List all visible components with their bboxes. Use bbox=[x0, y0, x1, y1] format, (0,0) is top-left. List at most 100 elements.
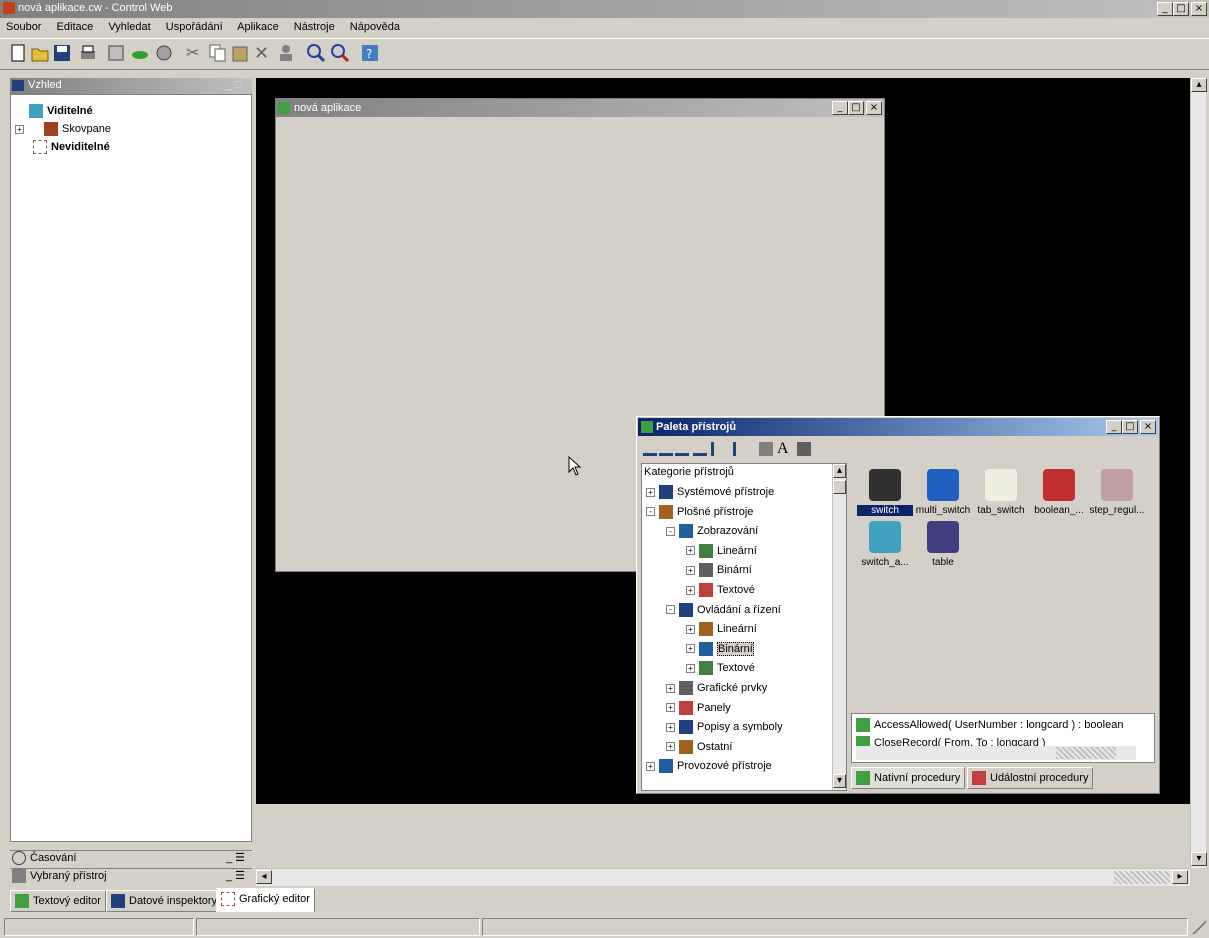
scroll-right-icon[interactable]: ▸ bbox=[1172, 870, 1188, 884]
menu-tools[interactable]: Nástroje bbox=[294, 21, 335, 33]
delete-icon[interactable]: ✕ bbox=[254, 43, 274, 63]
palette-tree-item[interactable]: - Plošné přístroje bbox=[646, 504, 753, 520]
collapse-icon[interactable]: - bbox=[646, 507, 655, 517]
palette-tree-item[interactable]: - Ovládání a řízení bbox=[666, 602, 781, 618]
globe-icon[interactable] bbox=[154, 43, 174, 63]
new-file-icon[interactable] bbox=[8, 43, 28, 63]
app-window-close-button[interactable]: × bbox=[866, 101, 882, 115]
palette-window[interactable]: Paleta přístrojů _ □ × A Kategorie příst… bbox=[636, 416, 1160, 794]
procedures-hscroll-thumb[interactable] bbox=[1056, 747, 1116, 759]
tree-item-invisible[interactable]: Neviditelné bbox=[33, 139, 110, 155]
palette-tree-item[interactable]: + Textové bbox=[686, 660, 755, 676]
sort-alt-icon[interactable] bbox=[733, 442, 747, 456]
font-icon[interactable]: A bbox=[777, 440, 789, 458]
copy-icon[interactable] bbox=[208, 43, 228, 63]
print-icon[interactable] bbox=[78, 43, 98, 63]
expand-icon[interactable]: + bbox=[686, 663, 695, 673]
tab-text-editor[interactable]: Textový editor bbox=[10, 890, 106, 912]
sort-icon[interactable] bbox=[711, 442, 725, 456]
palette-close-button[interactable]: × bbox=[1140, 420, 1156, 434]
horizontal-scroll-thumb[interactable] bbox=[1114, 871, 1170, 884]
align-center-icon[interactable] bbox=[659, 442, 673, 456]
palette-tree-item[interactable]: + Textové bbox=[686, 582, 755, 598]
gallery-item[interactable]: tab_switch bbox=[973, 469, 1029, 533]
gallery-item[interactable]: step_regul... bbox=[1089, 469, 1145, 533]
palette-tree-item[interactable]: + Binární bbox=[686, 641, 754, 657]
bottom-item-selected-device[interactable]: Vybraný přístroj _ ☰ bbox=[10, 868, 252, 884]
menu-search[interactable]: Vyhledat bbox=[108, 21, 150, 33]
palette-tree-item[interactable]: + Lineární bbox=[686, 621, 757, 637]
gallery-item[interactable]: table bbox=[915, 521, 971, 585]
properties-icon[interactable] bbox=[106, 43, 126, 63]
expand-icon[interactable]: + bbox=[686, 565, 695, 575]
expand-icon[interactable]: + bbox=[686, 585, 695, 595]
palette-tree-item[interactable]: + Lineární bbox=[686, 543, 757, 559]
collapse-icon[interactable]: - bbox=[666, 526, 675, 536]
palette-tree-item[interactable]: + Popisy a symboly bbox=[666, 719, 783, 735]
expand-icon[interactable]: + bbox=[646, 761, 655, 771]
app-window-titlebar[interactable]: nová aplikace _ □ × bbox=[276, 99, 884, 117]
save-icon[interactable] bbox=[52, 43, 72, 63]
align-left-icon[interactable] bbox=[643, 442, 657, 456]
app-titlebar[interactable]: nová aplikace.cw - Control Web _ □ × bbox=[0, 0, 1209, 18]
resize-grip-icon[interactable] bbox=[1192, 920, 1206, 934]
expand-icon[interactable]: + bbox=[646, 487, 655, 497]
expand-icon[interactable]: + bbox=[686, 624, 695, 634]
procedure-item[interactable]: AccessAllowed( UserNumber : longcard ) :… bbox=[856, 718, 1136, 732]
palette-minimize-button[interactable]: _ bbox=[1106, 420, 1122, 434]
procedures-hscroll[interactable] bbox=[856, 746, 1136, 760]
palette-tree-item[interactable]: + Systémové přístroje bbox=[646, 484, 774, 500]
palette-tree-item[interactable]: + Binární bbox=[686, 562, 752, 578]
menu-help[interactable]: Nápověda bbox=[350, 21, 400, 33]
app-window-minimize-button[interactable]: _ bbox=[832, 101, 848, 115]
cloud-icon[interactable] bbox=[130, 43, 150, 63]
palette-tree-item[interactable]: + Panely bbox=[666, 700, 731, 716]
menu-application[interactable]: Aplikace bbox=[237, 21, 279, 33]
tab-event-procedures[interactable]: Událostní procedury bbox=[967, 767, 1094, 789]
align-top-icon[interactable] bbox=[693, 442, 707, 456]
tab-native-procedures[interactable]: Nativní procedury bbox=[851, 767, 966, 789]
expand-icon[interactable]: + bbox=[666, 742, 675, 752]
expand-icon[interactable]: + bbox=[666, 722, 675, 732]
expand-icon[interactable]: + bbox=[15, 124, 24, 134]
palette-tree-item[interactable]: + Ostatní bbox=[666, 739, 732, 755]
tab-graphic-editor[interactable]: Grafický editor bbox=[216, 888, 315, 912]
expand-icon[interactable]: + bbox=[686, 546, 695, 556]
bottom-item-menu-icon[interactable]: _ ☰ bbox=[226, 851, 245, 864]
bottom-item-menu-icon[interactable]: _ ☰ bbox=[226, 869, 245, 882]
zoom-out-icon[interactable] bbox=[330, 43, 350, 63]
tab-data-inspectors[interactable]: Datové inspektory bbox=[106, 890, 223, 912]
bottom-item-timing[interactable]: Časování _ ☰ bbox=[10, 850, 252, 866]
left-panel-pin-icon[interactable]: _ □ bbox=[226, 79, 242, 91]
tree-scroll-thumb[interactable] bbox=[833, 480, 846, 494]
collapse-icon[interactable]: - bbox=[666, 605, 675, 615]
palette-titlebar[interactable]: Paleta přístrojů _ □ × bbox=[638, 418, 1158, 436]
maximize-button[interactable]: □ bbox=[1173, 2, 1189, 16]
scroll-left-icon[interactable]: ◂ bbox=[256, 870, 272, 884]
scroll-down-icon[interactable]: ▾ bbox=[1191, 852, 1207, 866]
expand-icon[interactable]: + bbox=[686, 644, 695, 654]
palette-tree-item[interactable]: + Grafické prvky bbox=[666, 680, 767, 696]
user-icon[interactable] bbox=[276, 43, 296, 63]
grid-icon[interactable] bbox=[797, 442, 811, 456]
menu-arrange[interactable]: Uspořádání bbox=[166, 21, 223, 33]
tree-item-visible[interactable]: Viditelné bbox=[29, 103, 93, 119]
paste-icon[interactable] bbox=[230, 43, 250, 63]
palette-maximize-button[interactable]: □ bbox=[1122, 420, 1138, 434]
palette-tree-item[interactable]: - Zobrazování bbox=[666, 523, 758, 539]
menu-edit[interactable]: Editace bbox=[57, 21, 94, 33]
help-icon[interactable]: ? bbox=[360, 43, 380, 63]
minimize-button[interactable]: _ bbox=[1157, 2, 1173, 16]
horizontal-scrollbar[interactable]: ◂ ▸ bbox=[256, 868, 1190, 886]
chart-icon[interactable] bbox=[759, 442, 773, 456]
cut-icon[interactable]: ✂ bbox=[186, 43, 206, 63]
app-window-maximize-button[interactable]: □ bbox=[848, 101, 864, 115]
tree-scroll-down-icon[interactable]: ▾ bbox=[833, 774, 846, 788]
palette-tree-item[interactable]: + Provozové přístroje bbox=[646, 758, 772, 774]
category-tree-scrollbar[interactable]: ▴ ▾ bbox=[832, 464, 846, 790]
zoom-in-icon[interactable] bbox=[306, 43, 326, 63]
menu-file[interactable]: Soubor bbox=[6, 21, 41, 33]
gallery-item[interactable]: boolean_... bbox=[1031, 469, 1087, 533]
expand-icon[interactable]: + bbox=[666, 703, 675, 713]
expand-icon[interactable]: + bbox=[666, 683, 675, 693]
